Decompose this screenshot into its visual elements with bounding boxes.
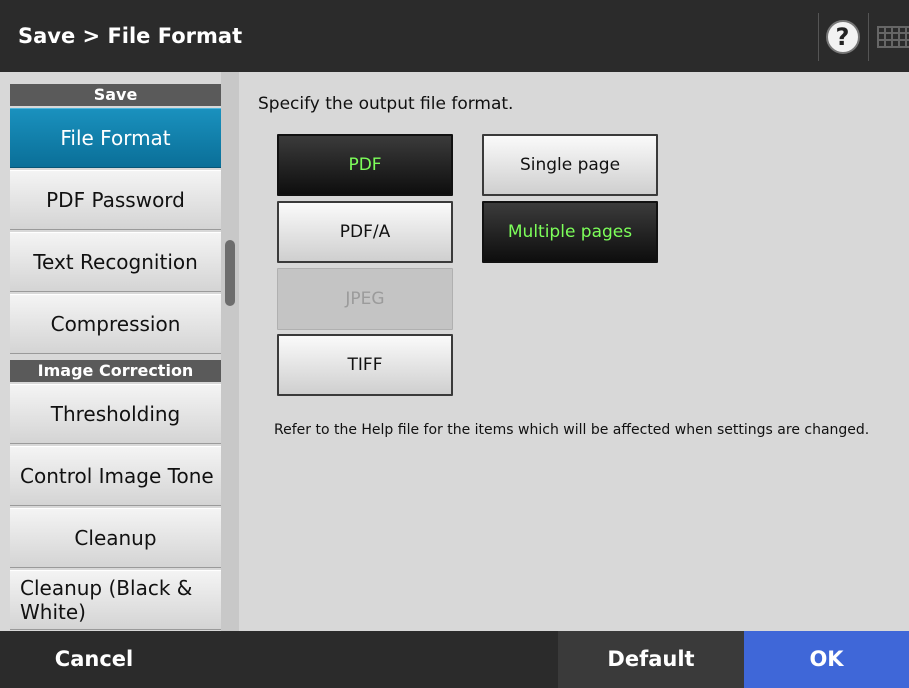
- page-option-label: Multiple pages: [507, 222, 633, 242]
- sidebar-item-label: Text Recognition: [33, 250, 198, 274]
- page-option-single-page[interactable]: Single page: [482, 134, 658, 196]
- format-button-jpeg: JPEG: [277, 268, 453, 330]
- sidebar-item-label: File Format: [60, 126, 171, 150]
- format-button-label: PDF: [348, 155, 382, 175]
- sidebar-item-label: Compression: [50, 312, 181, 336]
- help-icon: ?: [825, 20, 860, 54]
- keyboard-icon: [877, 26, 909, 48]
- instruction-text: Specify the output file format.: [258, 94, 514, 114]
- sidebar-item-compression[interactable]: Compression: [10, 294, 221, 354]
- sidebar-header-save: Save: [10, 84, 221, 106]
- page-option-label: Single page: [519, 155, 621, 175]
- ok-button[interactable]: OK: [744, 631, 909, 688]
- sidebar-item-pdf-password[interactable]: PDF Password: [10, 170, 221, 230]
- format-button-pdf-a[interactable]: PDF/A: [277, 201, 453, 263]
- sidebar-item-label: PDF Password: [46, 188, 185, 212]
- sidebar-item-label: Cleanup: [74, 526, 157, 550]
- sidebar-item-thresholding[interactable]: Thresholding: [10, 384, 221, 444]
- help-button[interactable]: ?: [818, 13, 866, 61]
- sidebar: Save File Format PDF Password Text Recog…: [0, 72, 221, 631]
- sidebar-item-control-image-tone[interactable]: Control Image Tone: [10, 446, 221, 506]
- format-button-label: TIFF: [347, 355, 383, 375]
- scrollbar-thumb[interactable]: [225, 240, 235, 306]
- page-title: Save > File Format: [18, 24, 243, 48]
- sidebar-header-image-correction: Image Correction: [10, 360, 221, 382]
- sidebar-item-cleanup-black-white[interactable]: Cleanup (Black & White): [10, 570, 221, 630]
- sidebar-item-text-recognition[interactable]: Text Recognition: [10, 232, 221, 292]
- sidebar-item-label: Cleanup (Black & White): [20, 576, 193, 624]
- bottom-bar: Cancel Default OK: [0, 631, 909, 688]
- help-note: Refer to the Help file for the items whi…: [274, 422, 870, 438]
- sidebar-item-file-format[interactable]: File Format: [10, 108, 221, 168]
- format-button-tiff[interactable]: TIFF: [277, 334, 453, 396]
- format-button-pdf[interactable]: PDF: [277, 134, 453, 196]
- title-bar: Save > File Format ?: [0, 0, 909, 72]
- sidebar-scrollbar[interactable]: [221, 72, 239, 631]
- page-option-multiple-pages[interactable]: Multiple pages: [482, 201, 658, 263]
- sidebar-item-cleanup[interactable]: Cleanup: [10, 508, 221, 568]
- cancel-button[interactable]: Cancel: [0, 631, 188, 688]
- format-button-label: PDF/A: [339, 222, 391, 242]
- sidebar-item-label: Control Image Tone: [20, 464, 214, 488]
- sidebar-item-label: Thresholding: [50, 402, 181, 426]
- default-button[interactable]: Default: [558, 631, 744, 688]
- format-button-label: JPEG: [345, 289, 385, 309]
- keyboard-button[interactable]: [868, 13, 909, 61]
- main-panel: Specify the output file format. PDF PDF/…: [239, 72, 909, 631]
